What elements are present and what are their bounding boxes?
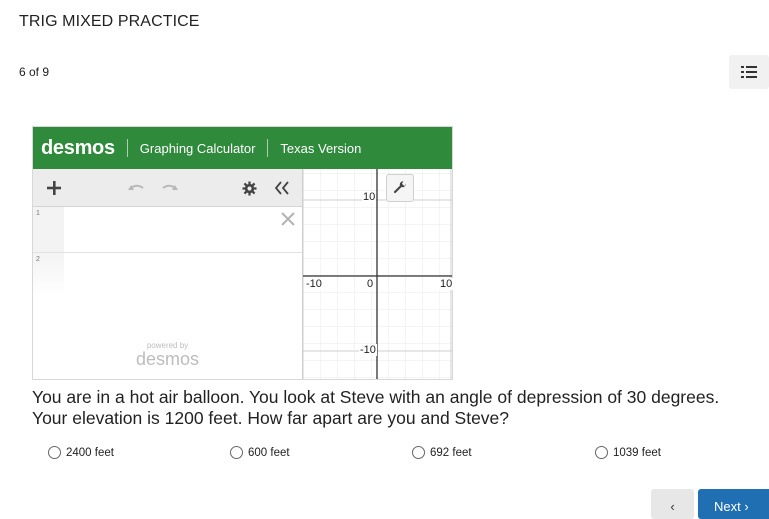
list-icon xyxy=(741,66,757,78)
choice-option[interactable]: 600 feet xyxy=(230,446,290,459)
desmos-logo: desmos xyxy=(41,136,115,159)
add-expression-button[interactable] xyxy=(41,169,67,207)
answer-choices: 2400 feet 600 feet 692 feet 1039 feet xyxy=(48,446,748,464)
gear-icon xyxy=(241,180,257,196)
choice-label: 692 feet xyxy=(430,446,472,459)
radio-button[interactable] xyxy=(412,446,425,459)
radio-button[interactable] xyxy=(595,446,608,459)
graph-grid xyxy=(302,169,452,379)
calculator-header: desmos Graphing Calculator Texas Version xyxy=(33,127,452,169)
desmos-watermark: desmos xyxy=(135,349,200,369)
page-title: TRIG MIXED PRACTICE xyxy=(19,13,200,30)
redo-icon xyxy=(162,184,178,190)
graphing-calculator: desmos Graphing Calculator Texas Version xyxy=(32,126,453,380)
expression-panel: 1 2 powered by desmos xyxy=(33,169,303,379)
undo-icon xyxy=(128,184,144,190)
question-progress: 6 of 9 xyxy=(19,65,50,79)
choice-label: 1039 feet xyxy=(613,446,661,459)
choice-option[interactable]: 1039 feet xyxy=(595,446,661,459)
next-button-label: Next › xyxy=(714,499,749,514)
powered-by-desmos: powered by desmos xyxy=(33,341,302,368)
y-axis-label-top: 10 xyxy=(362,191,377,203)
x-axis-label-origin: 0 xyxy=(366,278,375,290)
expression-row[interactable]: 1 xyxy=(33,207,302,253)
settings-button[interactable] xyxy=(238,169,260,207)
redo-button[interactable] xyxy=(159,169,181,207)
graph-settings-button[interactable] xyxy=(386,174,414,202)
choice-option[interactable]: 692 feet xyxy=(412,446,472,459)
radio-button[interactable] xyxy=(230,446,243,459)
close-icon xyxy=(281,212,295,226)
expression-number: 1 xyxy=(36,210,40,217)
question-list-button[interactable] xyxy=(729,55,769,89)
calculator-version: Texas Version xyxy=(280,140,362,156)
collapse-panel-button[interactable] xyxy=(270,169,294,207)
undo-button[interactable] xyxy=(125,169,147,207)
header-divider xyxy=(267,139,269,157)
expression-number: 2 xyxy=(36,256,40,263)
next-button[interactable]: Next › xyxy=(698,489,769,519)
choice-label: 2400 feet xyxy=(66,446,114,459)
choice-option[interactable]: 2400 feet xyxy=(48,446,114,459)
radio-button[interactable] xyxy=(48,446,61,459)
previous-button[interactable]: ‹ xyxy=(651,489,694,519)
x-axis-label-right: 10 xyxy=(439,278,454,290)
delete-expression-button[interactable] xyxy=(281,212,295,231)
x-axis-label-left: -10 xyxy=(305,278,323,290)
double-chevron-left-icon xyxy=(274,181,289,195)
plus-icon xyxy=(47,181,61,195)
question-text: You are in a hot air balloon. You look a… xyxy=(32,387,720,428)
chevron-left-icon: ‹ xyxy=(670,499,675,514)
expression-toolbar xyxy=(33,169,302,207)
expression-row[interactable]: 2 xyxy=(33,253,302,297)
header-divider xyxy=(126,139,128,157)
graph-area[interactable] xyxy=(302,169,452,379)
wrench-icon xyxy=(393,181,406,194)
calculator-product-name: Graphing Calculator xyxy=(139,140,256,156)
y-axis-label-bottom: -10 xyxy=(359,344,377,356)
choice-label: 600 feet xyxy=(248,446,290,459)
